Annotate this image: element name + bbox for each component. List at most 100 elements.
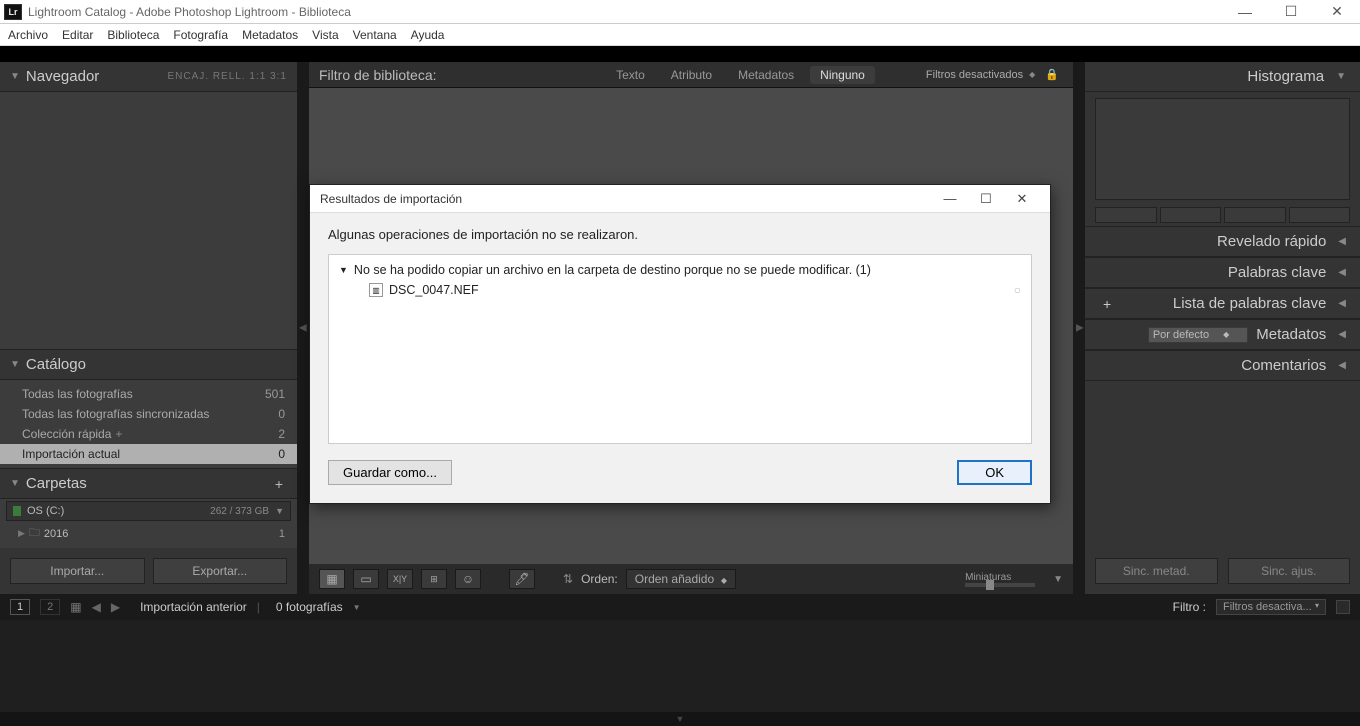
catalog-item[interactable]: Todas las fotografías501 (0, 384, 297, 404)
metadata-preset-dropdown[interactable]: Por defecto◆ (1148, 327, 1248, 343)
dialog-close-button[interactable]: ✕ (1004, 187, 1040, 211)
people-view-button[interactable]: ☺ (455, 569, 481, 589)
histogram-view (1095, 98, 1350, 200)
survey-view-button[interactable]: ⊞ (421, 569, 447, 589)
import-button[interactable]: Importar... (10, 558, 145, 584)
metadata-header[interactable]: Por defecto◆ Metadatos◀ (1085, 319, 1360, 350)
file-icon: ▥ (369, 283, 383, 297)
grid-view-button[interactable]: ▦ (319, 569, 345, 589)
menu-item[interactable]: Archivo (8, 28, 48, 42)
volume-row[interactable]: OS (C:) 262 / 373 GB ▼ (6, 501, 291, 521)
filter-preset-dropdown[interactable]: Filtros desactivados (926, 69, 1023, 81)
order-dropdown[interactable]: Orden añadido ◆ (626, 569, 736, 589)
center-toolbar: ▦ ▭ X|Y ⊞ ☺ 🖊 ⇅ Orden: Orden añadido ◆ M… (309, 564, 1073, 594)
menu-item[interactable]: Biblioteca (107, 28, 159, 42)
volume-size: 262 / 373 GB (210, 506, 269, 517)
ok-button[interactable]: OK (957, 460, 1032, 485)
sync-metadata-button[interactable]: Sinc. metad. (1095, 558, 1218, 584)
navigator-zoom-options[interactable]: ENCAJ. RELL. 1:1 3:1 (168, 71, 288, 82)
catalog-header[interactable]: ▼ Catálogo (0, 349, 297, 380)
back-button[interactable]: ◀ (92, 600, 101, 614)
chevron-left-icon: ◀ (1338, 360, 1346, 371)
histogram-header[interactable]: Histograma ▼ (1085, 62, 1360, 92)
dialog-title: Resultados de importación (320, 192, 932, 206)
main-window-button[interactable]: 1 (10, 599, 30, 615)
menu-item[interactable]: Ayuda (411, 28, 445, 42)
catalog-item-selected[interactable]: Importación actual0 (0, 444, 297, 464)
maximize-button[interactable]: ☐ (1268, 0, 1314, 24)
catalog-item[interactable]: Colección rápida+2 (0, 424, 297, 444)
left-separator[interactable]: ◀ (297, 62, 309, 594)
thumbnail-slider[interactable] (965, 583, 1035, 587)
save-as-button[interactable]: Guardar como... (328, 460, 452, 485)
menu-item[interactable]: Ventana (353, 28, 397, 42)
folders-body: OS (C:) 262 / 373 GB ▼ ▶ 🗀 2016 1 (0, 499, 297, 548)
filter-tab-ninguno[interactable]: Ninguno (810, 66, 875, 84)
histogram-infostrip (1085, 204, 1360, 226)
filter-toggle[interactable] (1336, 600, 1350, 614)
chevron-down-icon[interactable]: ▼ (275, 506, 284, 516)
chevron-left-icon: ◀ (1338, 267, 1346, 278)
catalog-title: Catálogo (26, 356, 287, 373)
filter-tab-texto[interactable]: Texto (606, 66, 655, 84)
loupe-view-button[interactable]: ▭ (353, 569, 379, 589)
order-label: Orden: (581, 572, 618, 586)
right-buttons: Sinc. metad. Sinc. ajus. (1085, 548, 1360, 594)
dialog-list[interactable]: ▼ No se ha podido copiar un archivo en l… (328, 254, 1032, 444)
error-file-name: DSC_0047.NEF (389, 283, 479, 297)
chevron-left-icon: ◀ (1338, 236, 1346, 247)
folder-row[interactable]: ▶ 🗀 2016 1 (6, 521, 291, 546)
volume-status-icon (13, 506, 21, 516)
menu-item[interactable]: Fotografía (173, 28, 228, 42)
menu-item[interactable]: Editar (62, 28, 93, 42)
folders-header[interactable]: ▼ Carpetas + (0, 468, 297, 499)
menu-item[interactable]: Vista (312, 28, 338, 42)
catalog-item[interactable]: Todas las fotografías sincronizadas0 (0, 404, 297, 424)
folders-title: Carpetas (26, 475, 275, 492)
window-title: Lightroom Catalog - Adobe Photoshop Ligh… (28, 5, 1222, 19)
filmstrip-filter-dropdown[interactable]: Filtros desactiva...▾ (1216, 599, 1326, 615)
chevron-down-icon: ▼ (339, 265, 348, 275)
comments-header[interactable]: Comentarios◀ (1085, 350, 1360, 381)
menu-bar: Archivo Editar Biblioteca Fotografía Met… (0, 24, 1360, 46)
dialog-message: Algunas operaciones de importación no se… (328, 227, 1032, 242)
left-buttons: Importar... Exportar... (0, 548, 297, 594)
minimize-button[interactable]: — (1222, 0, 1268, 24)
sort-icon[interactable]: ⇅ (563, 572, 573, 586)
filter-tab-metadatos[interactable]: Metadatos (728, 66, 804, 84)
dialog-maximize-button[interactable]: ☐ (968, 187, 1004, 211)
plus-icon[interactable]: + (1103, 296, 1111, 312)
chevron-down-icon[interactable]: ▼ (353, 603, 361, 612)
filmstrip[interactable] (0, 620, 1360, 712)
right-separator[interactable]: ▶ (1073, 62, 1085, 594)
error-group-row[interactable]: ▼ No se ha podido copiar un archivo en l… (339, 263, 1021, 277)
chevron-left-icon: ◀ (1338, 329, 1346, 340)
right-panel: Histograma ▼ Revelado rápido◀ Palabras c… (1085, 62, 1360, 594)
close-button[interactable]: ✕ (1314, 0, 1360, 24)
action-icon[interactable]: ○ (1014, 283, 1021, 297)
source-label[interactable]: Importación anterior (140, 600, 247, 614)
dialog-minimize-button[interactable]: — (932, 187, 968, 211)
second-window-button[interactable]: 2 (40, 599, 60, 615)
menu-item[interactable]: Metadatos (242, 28, 298, 42)
chevron-down-icon[interactable]: ▼ (1053, 574, 1063, 585)
photo-count: 0 fotografías (276, 600, 343, 614)
error-file-row[interactable]: ▥ DSC_0047.NEF ○ (339, 283, 1021, 297)
plus-icon[interactable]: + (275, 476, 287, 492)
forward-button[interactable]: ▶ (111, 600, 120, 614)
module-strip (0, 46, 1360, 62)
export-button[interactable]: Exportar... (153, 558, 288, 584)
keyword-list-header[interactable]: + Lista de palabras clave◀ (1085, 288, 1360, 319)
quick-develop-header[interactable]: Revelado rápido◀ (1085, 226, 1360, 257)
compare-view-button[interactable]: X|Y (387, 569, 413, 589)
painter-tool-button[interactable]: 🖊 (509, 569, 535, 589)
sync-adjustments-button[interactable]: Sinc. ajus. (1228, 558, 1351, 584)
histogram-title: Histograma (1247, 68, 1324, 85)
chevron-right-icon: ▶ (18, 528, 25, 539)
grid-icon[interactable]: ▦ (70, 600, 81, 614)
filmstrip-handle[interactable]: ▼ (0, 712, 1360, 726)
keywords-header[interactable]: Palabras clave◀ (1085, 257, 1360, 288)
lock-icon[interactable]: 🔒 (1041, 68, 1063, 81)
filter-tab-atributo[interactable]: Atributo (661, 66, 722, 84)
navigator-header[interactable]: ▼ Navegador ENCAJ. RELL. 1:1 3:1 (0, 62, 297, 92)
